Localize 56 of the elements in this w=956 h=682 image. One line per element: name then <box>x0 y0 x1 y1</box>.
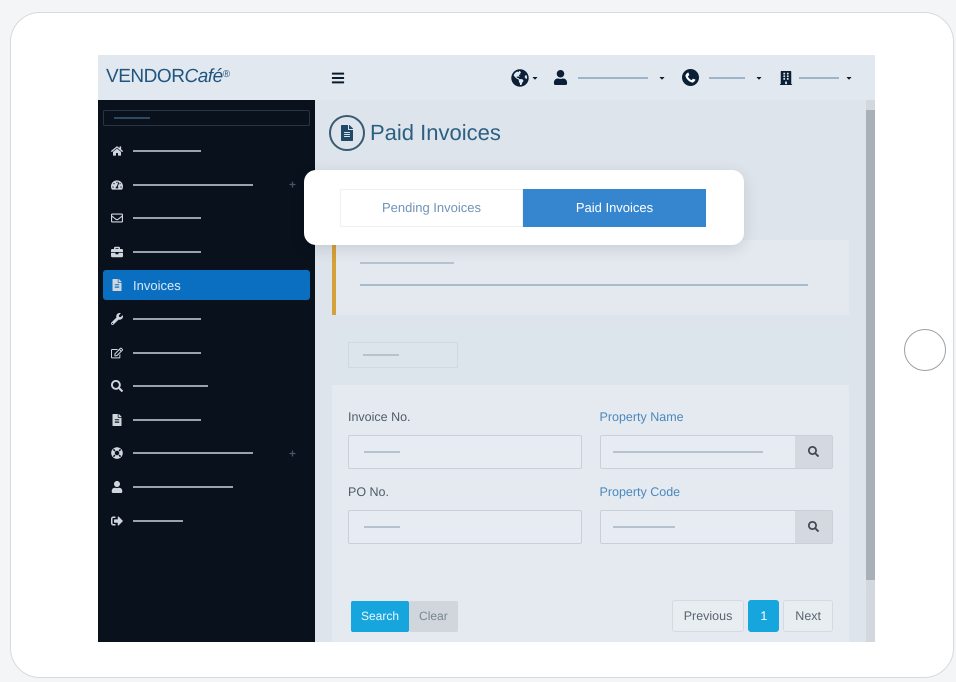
text-placeholder-bar <box>133 318 201 320</box>
search-icon <box>111 380 123 392</box>
input-field[interactable] <box>348 510 582 544</box>
page-title: Paid Invoices <box>370 119 501 147</box>
globe-dropdown[interactable] <box>511 68 539 86</box>
text-placeholder-bar <box>133 418 201 421</box>
menu-icon[interactable] <box>331 70 345 84</box>
pagination-button[interactable]: 1 <box>748 600 780 632</box>
edit-icon <box>111 346 123 359</box>
input-field[interactable] <box>348 434 582 469</box>
tab[interactable]: Pending Invoices <box>340 188 523 226</box>
field-label: PO No. <box>348 484 390 501</box>
globe-icon <box>511 68 529 86</box>
sidebar-search-field[interactable] <box>103 110 310 126</box>
text-placeholder-bar <box>364 450 400 453</box>
field-label: Property Name <box>600 409 685 426</box>
text-placeholder-bar <box>133 250 201 253</box>
text-placeholder-bar <box>133 217 201 220</box>
gauge-icon <box>111 178 123 191</box>
pagination-button[interactable]: Previous <box>672 600 744 632</box>
sidebar-item[interactable]: Invoices <box>103 270 310 300</box>
building-dropdown[interactable] <box>779 70 853 84</box>
home-icon <box>111 145 123 157</box>
sign-out-icon <box>111 514 123 527</box>
user-icon <box>553 70 568 85</box>
search-button[interactable] <box>795 436 832 468</box>
search-icon <box>808 521 819 532</box>
envelope-icon <box>111 212 123 224</box>
logo: VENDORCafé$^{®}$ <box>106 65 230 90</box>
lookup-field[interactable] <box>600 510 833 544</box>
field-label: Property Code <box>600 484 682 501</box>
search-button[interactable]: Search <box>351 600 410 632</box>
page-icon <box>329 114 365 150</box>
field-label: Invoice No. <box>348 409 412 426</box>
document-icon <box>111 279 123 292</box>
plus-icon <box>289 181 296 188</box>
building-icon <box>779 70 793 84</box>
search-icon <box>808 446 819 458</box>
text-placeholder-bar <box>133 520 183 522</box>
phone-dropdown[interactable] <box>682 69 763 86</box>
document-icon <box>111 414 123 426</box>
search-button[interactable] <box>795 510 832 542</box>
briefcase-icon <box>111 246 123 258</box>
home-button[interactable] <box>904 329 946 371</box>
user-dropdown[interactable] <box>553 70 666 85</box>
clear-button[interactable]: Clear <box>409 600 458 632</box>
text-placeholder-bar <box>133 352 201 354</box>
lookup-field[interactable] <box>600 434 833 469</box>
sidebar-item-label: Invoices <box>133 276 181 295</box>
phone-icon <box>682 69 699 86</box>
user-icon <box>111 480 123 493</box>
tab[interactable]: Paid Invoices <box>523 188 706 226</box>
wrench-icon <box>111 312 123 325</box>
pagination-button[interactable]: Next <box>783 600 833 632</box>
plus-icon <box>289 450 296 457</box>
lifebuoy-icon <box>111 447 123 460</box>
